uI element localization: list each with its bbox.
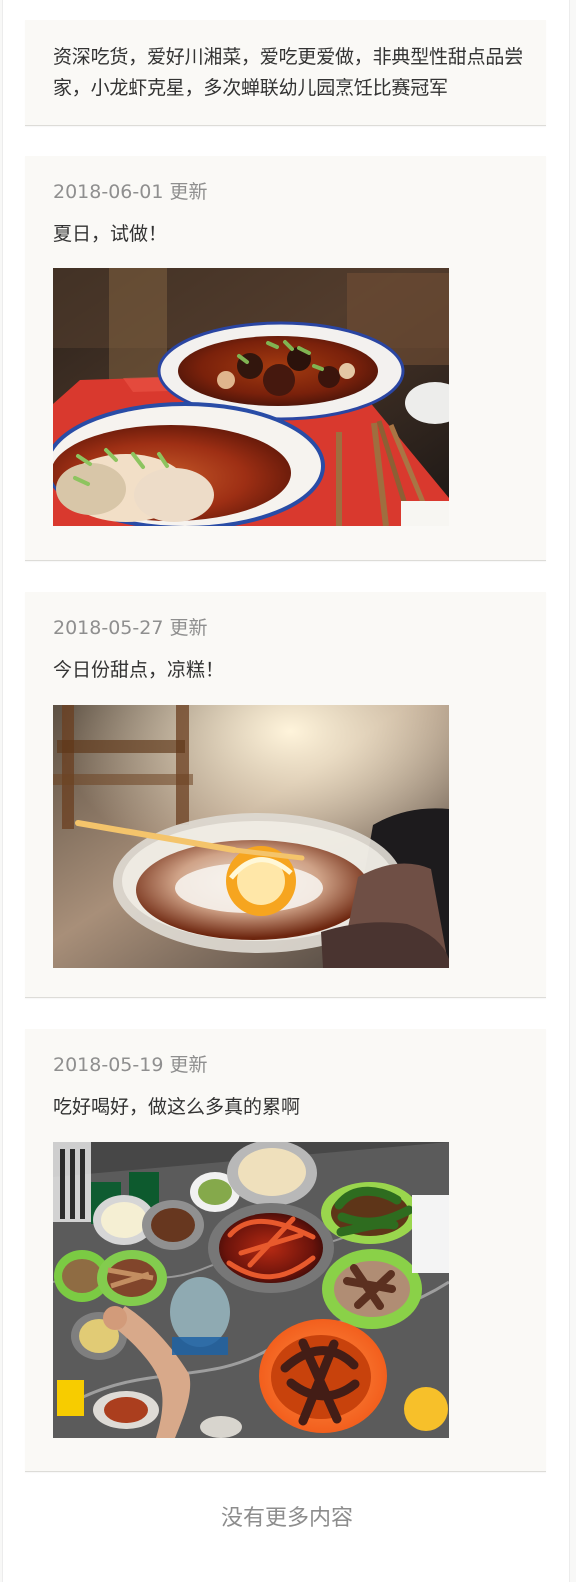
profile-intro-card: 资深吃货，爱好川湘菜，爱吃更爱做，非典型性甜点品尝家，小龙虾克星，多次蝉联幼儿园…: [25, 20, 546, 126]
post-photo-dessert[interactable]: [53, 705, 449, 968]
noodles-photo-image: [53, 268, 449, 526]
post-text: 夏日，试做！: [53, 223, 168, 245]
post-card[interactable]: 2018-05-27 更新 今日份甜点，凉糕！: [25, 592, 546, 998]
feast-photo-image: [53, 1142, 449, 1438]
post-text: 吃好喝好，做这么多真的累啊: [53, 1096, 301, 1118]
dessert-photo-image: [53, 705, 449, 968]
profile-intro-text: 资深吃货，爱好川湘菜，爱吃更爱做，非典型性甜点品尝家，小龙虾克星，多次蝉联幼儿园…: [53, 46, 524, 99]
post-date: 2018-05-27 更新: [53, 617, 208, 639]
post-photo-feast[interactable]: [53, 1142, 449, 1438]
no-more-content-text: 没有更多内容: [220, 1506, 353, 1531]
post-photo-noodles[interactable]: [53, 268, 449, 526]
content-page: 资深吃货，爱好川湘菜，爱吃更爱做，非典型性甜点品尝家，小龙虾克星，多次蝉联幼儿园…: [2, 0, 570, 1582]
post-card[interactable]: 2018-05-19 更新 吃好喝好，做这么多真的累啊: [25, 1029, 546, 1472]
post-card[interactable]: 2018-06-01 更新 夏日，试做！: [25, 156, 546, 561]
post-date: 2018-06-01 更新: [53, 181, 208, 203]
post-date: 2018-05-19 更新: [53, 1054, 208, 1076]
post-text: 今日份甜点，凉糕！: [53, 659, 225, 681]
